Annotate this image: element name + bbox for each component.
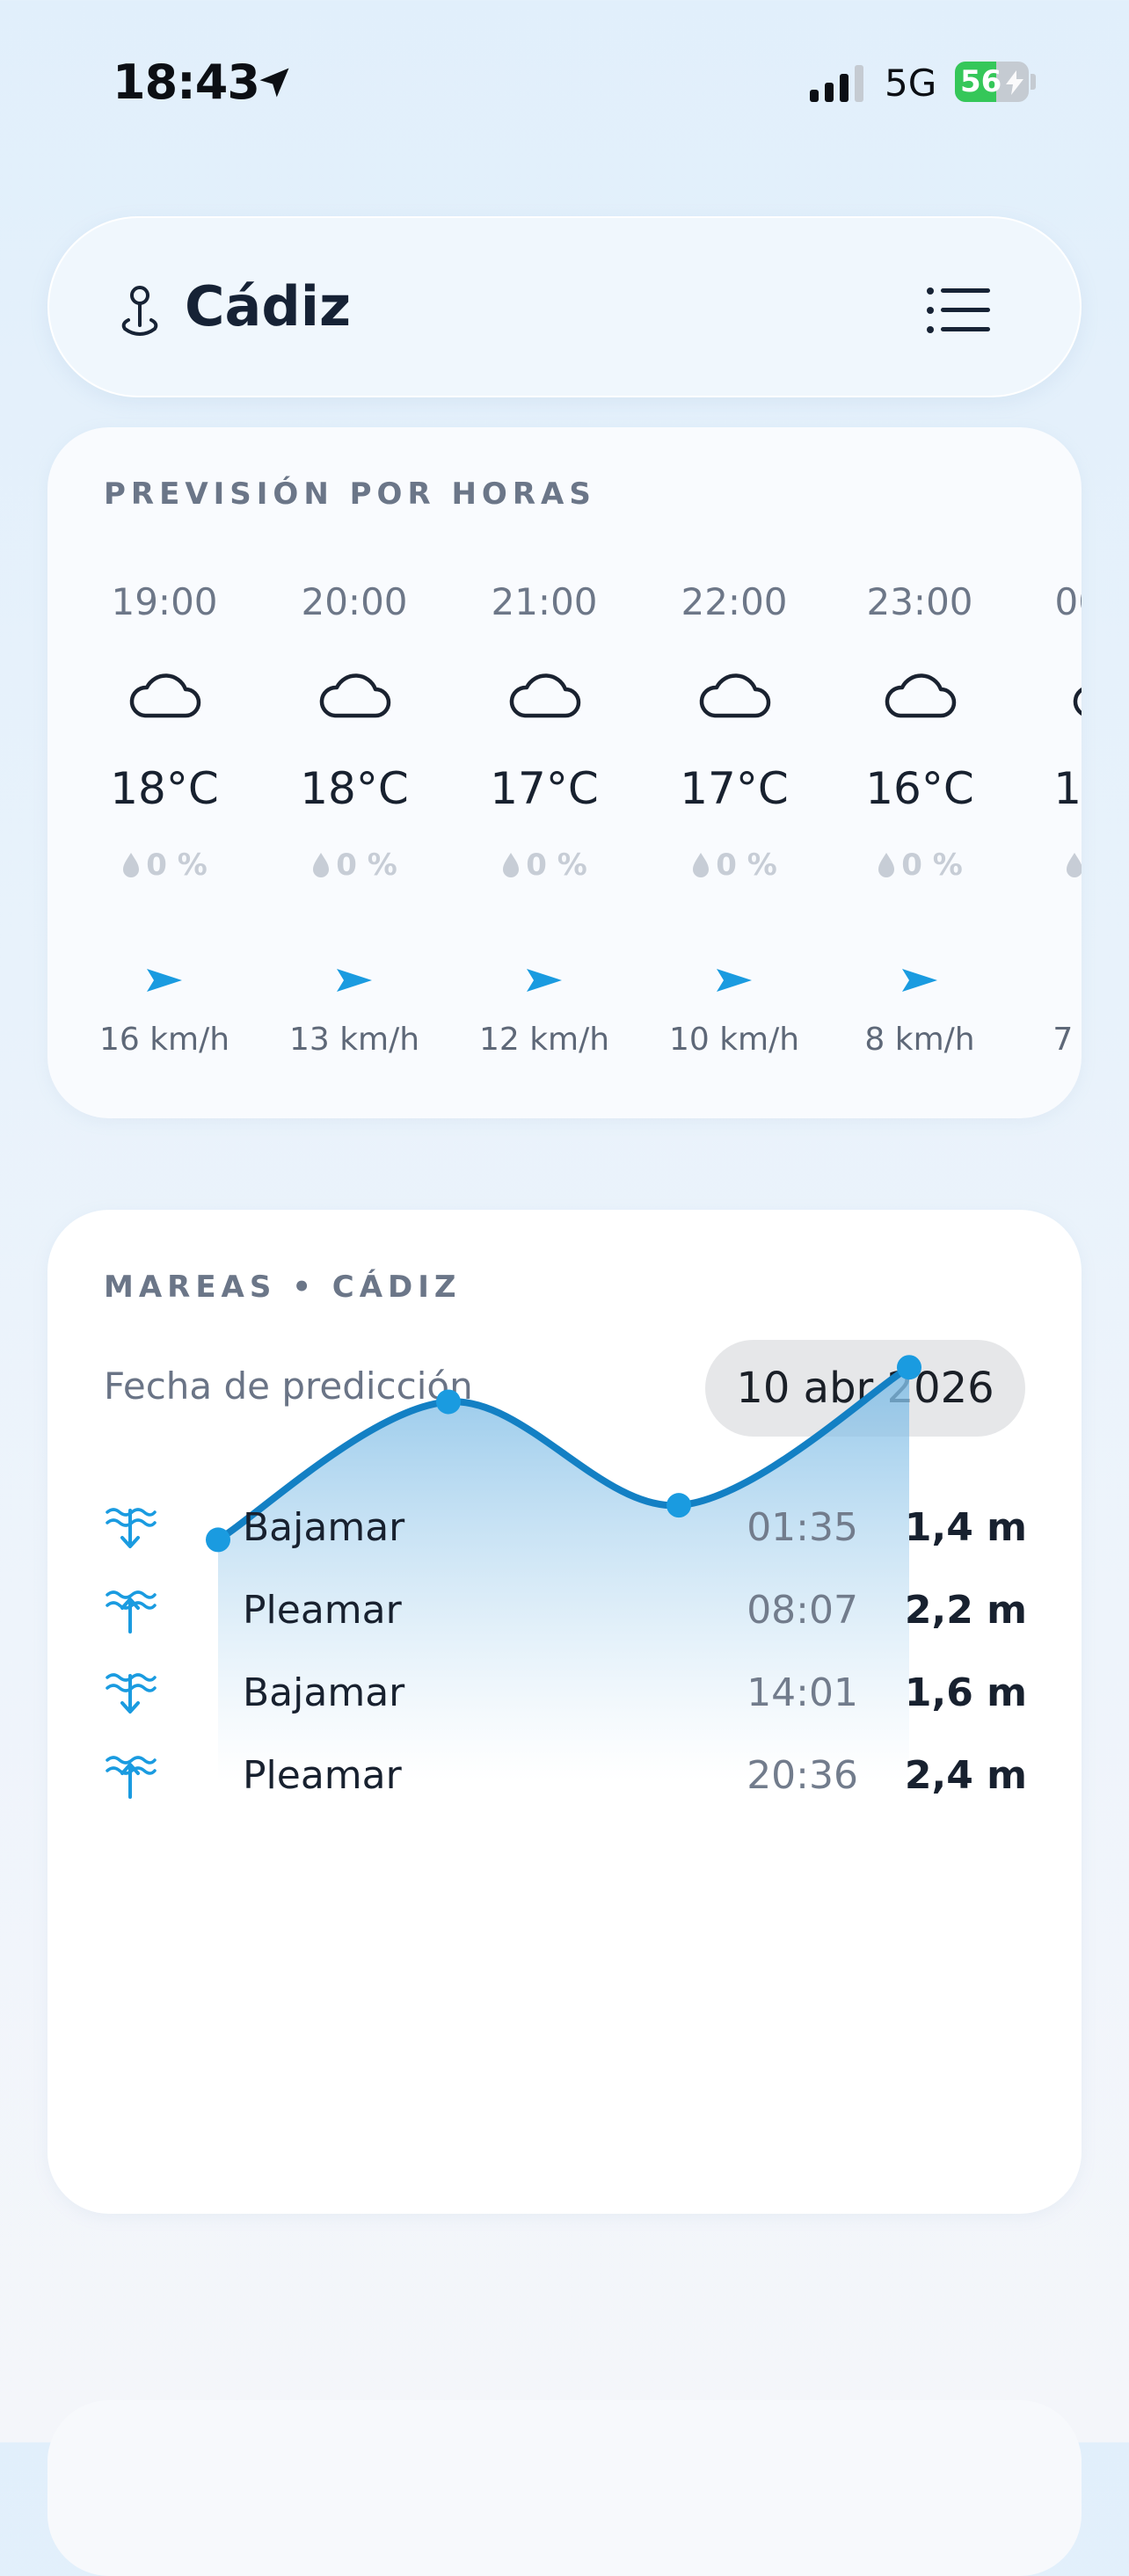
hour-temperature: 16°C	[865, 763, 974, 814]
high-tide-icon	[106, 1590, 157, 1634]
cloud-icon	[129, 673, 201, 718]
hour-temperature: 16°C	[1053, 763, 1082, 814]
hour-wind-speed: 13 km/h	[288, 1022, 420, 1058]
hour-time: 23:00	[866, 580, 973, 623]
hour-temperature: 17°C	[490, 763, 599, 814]
hour-time: 21:00	[491, 580, 598, 623]
battery-level: 56	[960, 64, 1002, 99]
signal-icon	[810, 65, 863, 102]
cloud-icon	[1073, 688, 1082, 716]
wind-direction-icon	[527, 969, 562, 992]
battery-cap	[1031, 74, 1036, 90]
status-time: 18:43	[113, 55, 260, 110]
rain-drop-icon	[313, 853, 330, 877]
tide-point	[897, 1355, 921, 1380]
rain-chance-value: 0 %	[716, 848, 777, 883]
wind-direction-icon	[337, 969, 372, 992]
hour-rain-chance: 0 %	[76, 848, 252, 883]
hour-rain-chance: 0 %	[456, 848, 632, 883]
tide-type: Bajamar	[243, 1670, 405, 1715]
location-arrow-icon	[259, 68, 289, 98]
hourly-forecast-card[interactable]: PREVISIÓN POR HORAS 19:00 18°C 0 % 16 km/h 2…	[47, 427, 1082, 1118]
tide-time: 14:01	[747, 1670, 858, 1715]
hourly-title: PREVISIÓN POR HORAS	[104, 477, 596, 512]
hour-time: 00:00	[1054, 580, 1082, 623]
rain-chance-value: 0 %	[146, 848, 208, 883]
tide-event-row: Bajamar 14:01 1,6 m	[104, 1656, 1027, 1727]
charging-bolt-icon	[1006, 70, 1023, 95]
hour-wind-speed: 7 km/h	[1053, 1022, 1082, 1058]
tide-event-row: Pleamar 20:36 2,4 m	[104, 1739, 1027, 1809]
battery-indicator: 56	[955, 62, 1029, 102]
cloud-icon	[509, 673, 581, 718]
tide-type: Bajamar	[243, 1505, 405, 1550]
wind-direction-icon	[717, 969, 752, 992]
cloud-icon	[319, 673, 391, 718]
hour-rain-chance: 0 %	[266, 848, 442, 883]
rain-chance-value: 0 %	[526, 848, 587, 883]
cloud-icon	[699, 673, 771, 718]
tide-type: Pleamar	[243, 1753, 402, 1798]
low-tide-icon	[106, 1673, 157, 1714]
hour-temperature: 18°C	[300, 763, 409, 814]
hour-wind-speed: 12 km/h	[478, 1022, 610, 1058]
tide-height: 2,4 m	[904, 1753, 1027, 1798]
tide-height: 1,6 m	[904, 1670, 1027, 1715]
low-tide-icon	[106, 1508, 157, 1548]
location-pin-icon	[121, 286, 158, 336]
tide-height: 1,4 m	[904, 1505, 1027, 1550]
hour-temperature: 17°C	[680, 763, 789, 814]
wind-direction-icon	[902, 969, 937, 992]
rain-drop-icon	[693, 853, 710, 877]
rain-drop-icon	[878, 853, 895, 877]
hour-temperature: 18°C	[110, 763, 219, 814]
tide-time: 20:36	[747, 1753, 858, 1798]
tide-time: 08:07	[747, 1588, 858, 1633]
list-menu-button[interactable]	[927, 287, 992, 334]
location-header[interactable]: Cádiz	[47, 216, 1082, 397]
hour-time: 22:00	[681, 580, 788, 623]
city-name: Cádiz	[185, 274, 352, 338]
rain-drop-icon	[123, 853, 140, 877]
tide-event-row: Bajamar 01:35 1,4 m	[104, 1491, 1027, 1561]
hour-rain-chance: 0 %	[646, 848, 822, 883]
hour-rain-chance: 0 %	[1020, 848, 1082, 883]
network-type: 5G	[885, 62, 937, 105]
tide-height: 2,2 m	[904, 1588, 1027, 1633]
rain-chance-value: 0 %	[901, 848, 963, 883]
high-tide-icon	[106, 1756, 157, 1799]
tide-point	[436, 1389, 461, 1415]
tide-event-row: Pleamar 08:07 2,2 m	[104, 1574, 1027, 1644]
wind-direction-icon	[147, 969, 182, 992]
hour-rain-chance: 0 %	[832, 848, 1008, 883]
rain-drop-icon	[503, 853, 520, 877]
tide-time: 01:35	[747, 1505, 858, 1550]
rain-drop-icon	[1067, 853, 1082, 877]
hour-time: 20:00	[301, 580, 408, 623]
next-card	[47, 2400, 1082, 2576]
hour-wind-speed: 8 km/h	[864, 1022, 975, 1058]
tides-card: MAREAS • CÁDIZ Fecha de predicción 10 ab…	[47, 1210, 1082, 2214]
rain-chance-value: 0 %	[336, 848, 397, 883]
status-bar: 18:43 5G 56	[0, 0, 1129, 167]
hour-time: 19:00	[111, 580, 218, 623]
hour-wind-speed: 10 km/h	[668, 1022, 800, 1058]
cloud-icon	[885, 673, 957, 718]
tide-type: Pleamar	[243, 1588, 402, 1633]
hour-wind-speed: 16 km/h	[98, 1022, 230, 1058]
